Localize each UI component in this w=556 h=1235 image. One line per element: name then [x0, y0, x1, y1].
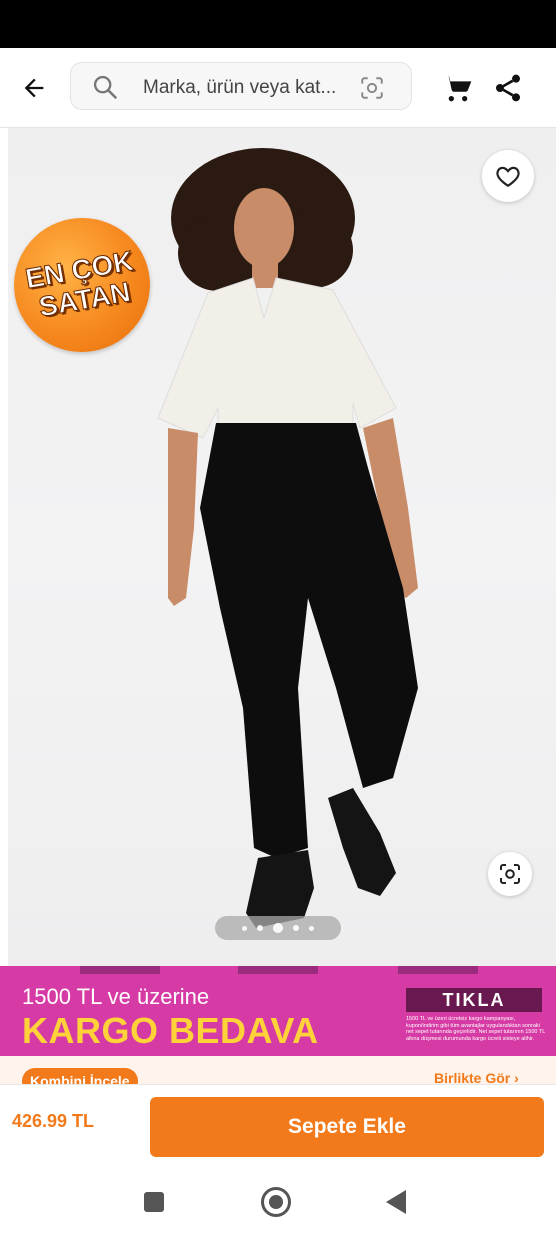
- search-placeholder: Marka, ürün veya kat...: [143, 77, 337, 98]
- favorite-button[interactable]: [482, 150, 534, 202]
- system-navigation-bar: [0, 1168, 556, 1235]
- pagination-dot[interactable]: [293, 925, 299, 931]
- banner-stripe: [238, 966, 318, 974]
- status-bar: [0, 0, 556, 48]
- product-price: 426.99 TL: [12, 1111, 95, 1131]
- birlikte-gor-label: Birlikte Gör: [434, 1070, 511, 1084]
- camera-search-icon[interactable]: [359, 75, 385, 101]
- kombin-incele-button[interactable]: Kombini İncele: [22, 1068, 138, 1084]
- search-icon: [93, 75, 117, 99]
- image-pagination-dots[interactable]: [215, 916, 341, 940]
- add-to-cart-button[interactable]: Sepete Ekle: [150, 1097, 544, 1157]
- arrow-left-icon: [24, 78, 44, 98]
- free-shipping-banner[interactable]: 1500 TL ve üzerine KARGO BEDAVA TIKLA 15…: [0, 966, 556, 1056]
- visual-search-button[interactable]: [488, 852, 532, 896]
- banner-title: KARGO BEDAVA: [22, 1010, 319, 1051]
- back-triangle-icon[interactable]: [386, 1190, 406, 1214]
- birlikte-gor-link[interactable]: Birlikte Gör ›: [434, 1070, 519, 1084]
- top-bar: Marka, ürün veya kat...: [0, 48, 556, 128]
- home-icon[interactable]: [261, 1187, 291, 1217]
- recent-apps-icon[interactable]: [144, 1192, 164, 1212]
- banner-cta-button[interactable]: TIKLA: [406, 988, 542, 1012]
- banner-stripe: [80, 966, 160, 974]
- purchase-bar: 426.99 TL Sepete Ekle: [0, 1084, 556, 1168]
- share-icon[interactable]: [492, 72, 524, 104]
- combination-strip: Kombini İncele Birlikte Gör ›: [0, 1056, 556, 1084]
- chevron-right-icon: ›: [514, 1070, 519, 1084]
- product-image-gallery[interactable]: EN ÇOK SATAN: [8, 128, 556, 966]
- pagination-dot-active[interactable]: [273, 923, 283, 933]
- pagination-dot[interactable]: [257, 925, 263, 931]
- pagination-dot[interactable]: [242, 925, 247, 931]
- pagination-dot[interactable]: [309, 925, 314, 931]
- back-button[interactable]: [14, 70, 54, 106]
- heart-icon: [496, 166, 520, 188]
- banner-subtitle: 1500 TL ve üzerine: [22, 984, 210, 1009]
- cart-icon[interactable]: [440, 72, 476, 104]
- banner-stripe: [398, 966, 478, 974]
- search-input[interactable]: Marka, ürün veya kat...: [70, 62, 412, 110]
- banner-fine-print: 1500 TL ve üzeri ücretsiz kargo kampanya…: [406, 1016, 546, 1042]
- visual-search-icon: [500, 864, 520, 884]
